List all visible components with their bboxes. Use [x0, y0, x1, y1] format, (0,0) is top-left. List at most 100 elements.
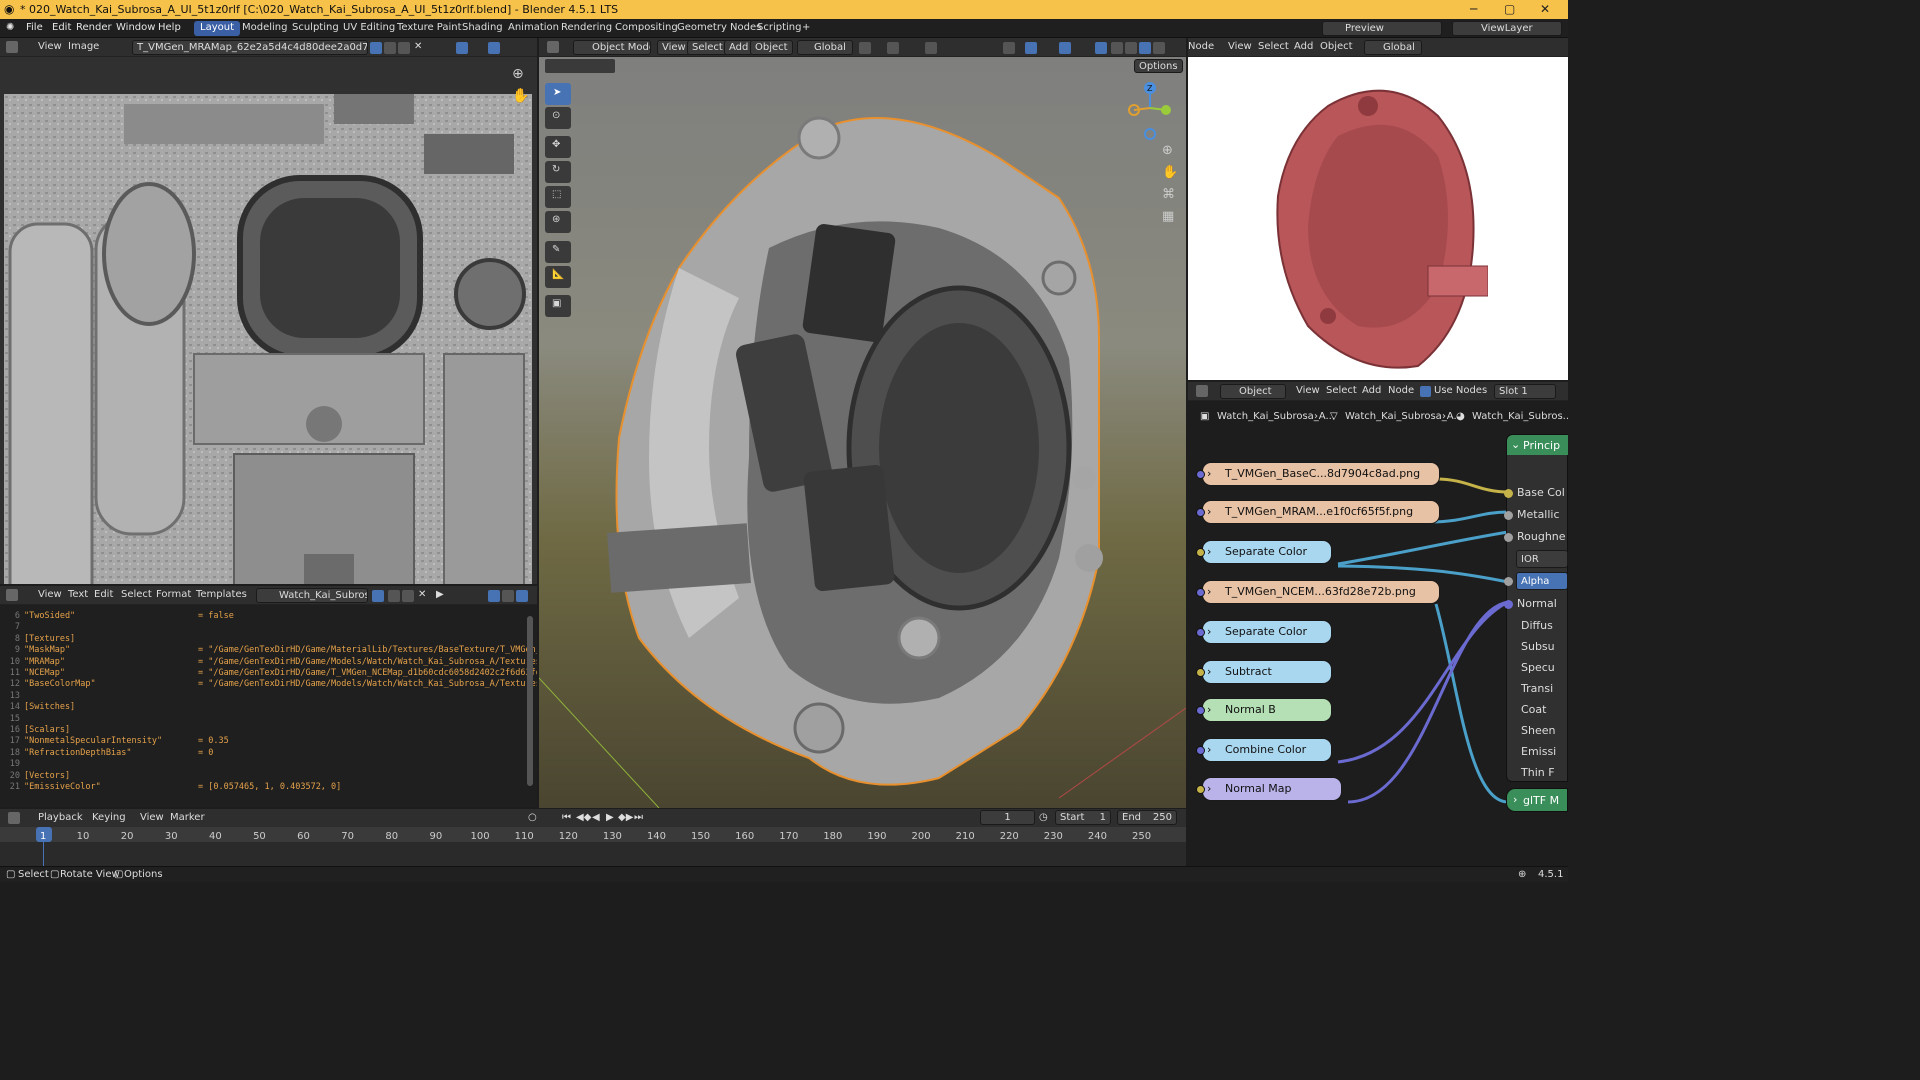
menu-help[interactable]: Help [158, 22, 181, 33]
text-menu-text[interactable]: Text [68, 589, 88, 600]
preview-menu-select[interactable]: Select [1258, 41, 1289, 52]
navigation-gizmo[interactable]: Z [1124, 78, 1176, 148]
unlink-image-icon[interactable]: ✕ [414, 41, 422, 52]
text-menu-edit[interactable]: Edit [94, 589, 113, 600]
ortho-toggle-icon[interactable]: ▦ [1162, 209, 1174, 224]
preview-orientation-dropdown[interactable]: Global [1364, 40, 1422, 55]
node-input-socket[interactable] [1196, 668, 1205, 677]
shader-node[interactable]: › Normal Map [1202, 777, 1342, 801]
shader-node[interactable]: › Separate Color [1202, 620, 1332, 644]
panel-specular[interactable]: Specu [1521, 661, 1555, 674]
alpha-field[interactable]: Alpha [1516, 572, 1568, 590]
panel-transmission[interactable]: Transi [1521, 682, 1553, 695]
viewport-menu-add[interactable]: Add [724, 40, 754, 55]
close-icon[interactable]: ✕ [1540, 2, 1550, 16]
zoom-view-icon[interactable]: ⊕ [1162, 143, 1173, 158]
minimize-icon[interactable]: ─ [1470, 2, 1477, 16]
shader-node[interactable]: › Normal B [1202, 698, 1332, 722]
visibility-icon[interactable] [1003, 42, 1015, 54]
word-wrap-toggle-icon[interactable] [502, 590, 514, 602]
fake-user-icon[interactable] [370, 42, 382, 54]
gizmo-toggle-icon[interactable] [1025, 42, 1037, 54]
panel-subsurface[interactable]: Subsu [1521, 640, 1555, 653]
selection-mode-icons[interactable] [545, 59, 615, 73]
shader-node[interactable]: › T_VMGen_MRAM...e1f0cf65f5f.png [1202, 500, 1440, 524]
tab-sculpting[interactable]: Sculpting [286, 21, 345, 36]
tab-layout[interactable]: Layout [194, 21, 240, 36]
tab-shading[interactable]: Shading [456, 21, 509, 36]
code-area[interactable]: 6 "TwoSided" = false 7 8 [Textures] 9 "MaskMap… [0, 605, 537, 805]
select-tool-button[interactable]: ➤ [545, 83, 571, 105]
metallic-socket[interactable] [1504, 511, 1513, 520]
new-text-icon[interactable] [388, 590, 400, 602]
panel-thin-film[interactable]: Thin F [1521, 766, 1555, 779]
panel-coat[interactable]: Coat [1521, 703, 1546, 716]
alpha-socket[interactable] [1504, 577, 1513, 586]
syntax-highlight-toggle-icon[interactable] [516, 590, 528, 602]
shader-node[interactable]: › T_VMGen_NCEM...63fd28e72b.png [1202, 580, 1440, 604]
proportional-editing-icon[interactable] [925, 42, 937, 54]
add-workspace-button[interactable]: + [796, 21, 816, 36]
image-menu-image[interactable]: Image [68, 41, 99, 52]
preview-menu-object[interactable]: Object [1320, 41, 1353, 52]
editor-type-icon[interactable] [6, 589, 18, 601]
shader-node[interactable]: › T_VMGen_BaseC...8d7904c8ad.png [1202, 462, 1440, 486]
line-numbers-toggle-icon[interactable] [488, 590, 500, 602]
xray-toggle-icon[interactable] [1095, 42, 1107, 54]
pivot-point-icon[interactable] [859, 42, 871, 54]
panel-sheen[interactable]: Sheen [1521, 724, 1555, 737]
node-input-socket[interactable] [1196, 470, 1205, 479]
editor-type-icon[interactable] [547, 41, 559, 53]
sync-selection-icon[interactable] [456, 42, 468, 54]
maximize-icon[interactable]: ▢ [1504, 2, 1515, 16]
menu-window[interactable]: Window [116, 22, 155, 33]
new-image-icon[interactable] [384, 42, 396, 54]
measure-tool-button[interactable]: 📐 [545, 266, 571, 288]
menu-edit[interactable]: Edit [52, 22, 71, 33]
text-scrollbar[interactable] [527, 616, 533, 786]
viewport-options-button[interactable]: Options [1134, 59, 1183, 73]
viewport-menu-object[interactable]: Object [750, 40, 793, 55]
text-menu-view[interactable]: View [38, 589, 62, 600]
run-script-icon[interactable]: ▶ [436, 589, 444, 600]
text-block-name[interactable]: Watch_Kai_Subrosa_A [256, 588, 368, 603]
node-input-socket[interactable] [1196, 508, 1205, 517]
editor-type-icon[interactable] [6, 41, 18, 53]
preview-viewport[interactable]: Node View Select Add Object Global [1188, 38, 1568, 380]
overlays-toggle-icon[interactable] [1059, 42, 1071, 54]
preview-mode-label[interactable]: Node [1188, 41, 1214, 52]
fake-user-icon[interactable] [372, 590, 384, 602]
node-input-socket[interactable] [1196, 746, 1205, 755]
camera-view-icon[interactable]: ⌘ [1162, 187, 1175, 202]
view-layer-selector[interactable]: ViewLayer [1452, 21, 1562, 36]
uv-texture-image[interactable] [4, 94, 532, 584]
pan-view-icon[interactable]: ✋ [1162, 165, 1178, 180]
panel-diffuse[interactable]: Diffus [1521, 619, 1553, 632]
text-menu-templates[interactable]: Templates [196, 589, 247, 600]
blender-menu-icon[interactable]: ✺ [6, 22, 14, 33]
text-menu-select[interactable]: Select [121, 589, 152, 600]
text-menu-format[interactable]: Format [156, 589, 191, 600]
image-name-field[interactable]: T_VMGen_MRAMap_62e2a5d4c4d80dee2a0d7e1f0… [132, 40, 368, 55]
shader-node[interactable]: › Separate Color [1202, 540, 1332, 564]
ior-field[interactable]: IOR [1516, 550, 1568, 568]
object-mode-dropdown[interactable]: Object Mode [573, 40, 651, 55]
node-input-socket[interactable] [1196, 628, 1205, 637]
roughness-socket[interactable] [1504, 533, 1513, 542]
unlink-text-icon[interactable]: ✕ [418, 589, 426, 600]
transform-tool-button[interactable]: ⊛ [545, 211, 571, 233]
tab-modeling[interactable]: Modeling [236, 21, 294, 36]
menu-file[interactable]: File [26, 22, 43, 33]
viewport-menu-select[interactable]: Select [687, 40, 728, 55]
pan-hand-icon[interactable]: ✋ [512, 88, 529, 104]
normal-socket[interactable] [1504, 600, 1513, 609]
principled-bsdf-header[interactable]: ⌄ Princip [1507, 435, 1568, 455]
add-cube-tool-button[interactable]: ▣ [545, 295, 571, 317]
image-menu-view[interactable]: View [38, 41, 62, 52]
rotate-tool-button[interactable]: ↻ [545, 161, 571, 183]
base-color-socket[interactable] [1504, 489, 1513, 498]
solid-shading-icon[interactable] [1125, 42, 1137, 54]
preview-menu-view[interactable]: View [1228, 41, 1252, 52]
shader-node-editor[interactable]: Object View Select Add Node Use Nodes Sl… [1188, 382, 1568, 866]
scene-selector[interactable]: Preview [1322, 21, 1442, 36]
